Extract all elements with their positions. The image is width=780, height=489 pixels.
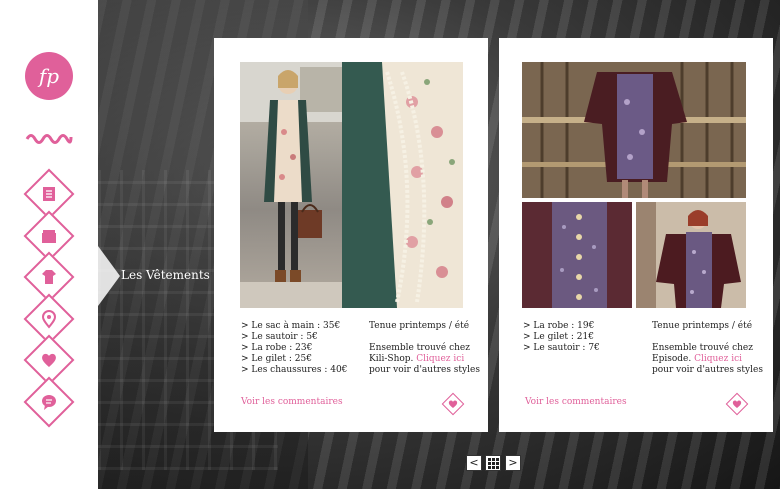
- view-comments-link[interactable]: Voir les commentaires: [525, 397, 627, 407]
- dress-buttons-detail-image: [522, 202, 632, 308]
- active-section-label: Les Vêtements: [121, 268, 210, 282]
- outfit-card-1: > Le sac à main : 35€ > Le sautoir : 5€ …: [214, 38, 488, 432]
- dress-icon: [42, 270, 56, 284]
- logo[interactable]: fp: [25, 52, 73, 100]
- floral-dress-detail-image: [342, 62, 455, 308]
- wave-divider-icon: [25, 134, 73, 144]
- outfit-photo-detail[interactable]: [522, 202, 632, 308]
- outfit-photo-main[interactable]: [522, 62, 746, 198]
- price-item: > La robe : 23€: [241, 343, 313, 353]
- click-here-link[interactable]: Cliquez ici: [416, 354, 464, 364]
- location-pin-icon: [41, 310, 57, 329]
- price-item: > Le sac à main : 35€: [241, 321, 341, 331]
- price-item: > Le gilet : 21€: [523, 332, 594, 342]
- woman-figure-image: [240, 62, 342, 308]
- grid-view-button[interactable]: [485, 455, 501, 471]
- woman-portrait-image: [636, 202, 746, 308]
- speech-bubble-icon: [42, 395, 56, 410]
- woman-at-gate-image: [522, 62, 746, 198]
- outfit-photo-detail[interactable]: [342, 62, 463, 308]
- notebook-icon: [43, 187, 55, 201]
- view-comments-link[interactable]: Voir les commentaires: [241, 397, 343, 407]
- price-item: > Le gilet : 25€: [241, 354, 312, 364]
- shop-name: Episode.: [652, 354, 692, 364]
- sidebar: fp: [0, 0, 98, 489]
- more-styles-text: pour voir d'autres styles: [369, 365, 480, 375]
- outfit-title: Tenue printemps / été: [652, 321, 753, 331]
- heart-icon: [42, 353, 56, 367]
- outfit-card-2: > La robe : 19€ > Le gilet : 21€ > Le sa…: [499, 38, 773, 432]
- like-button[interactable]: [725, 392, 749, 416]
- price-item: > Les chaussures : 40€: [241, 365, 348, 375]
- price-item: > Le sautoir : 5€: [241, 332, 318, 342]
- click-here-link[interactable]: Cliquez ici: [694, 354, 742, 364]
- shopping-bag-icon: [42, 230, 56, 243]
- shop-name: Kili-Shop.: [369, 354, 414, 364]
- active-indicator-arrow: [98, 246, 120, 306]
- price-item: > La robe : 19€: [523, 321, 595, 331]
- outfit-photo-portrait[interactable]: [636, 202, 746, 308]
- outfit-description: Tenue printemps / été Ensemble trouvé ch…: [652, 321, 763, 376]
- prev-page-button[interactable]: <: [466, 455, 482, 471]
- heart-icon: [732, 400, 742, 408]
- price-item: > Le sautoir : 7€: [523, 343, 600, 353]
- price-list: > La robe : 19€ > Le gilet : 21€ > Le sa…: [523, 321, 600, 354]
- found-at-label: Ensemble trouvé chez: [652, 343, 753, 353]
- grid-icon: [488, 458, 499, 469]
- more-styles-text: pour voir d'autres styles: [652, 365, 763, 375]
- price-list: > Le sac à main : 35€ > Le sautoir : 5€ …: [241, 321, 347, 376]
- found-at-label: Ensemble trouvé chez: [369, 343, 470, 353]
- heart-icon: [448, 400, 458, 408]
- like-button[interactable]: [441, 392, 465, 416]
- next-page-button[interactable]: >: [505, 455, 521, 471]
- outfit-description: Tenue printemps / été Ensemble trouvé ch…: [369, 321, 480, 376]
- nav-item-comments[interactable]: [23, 376, 75, 428]
- outfit-photo-full[interactable]: [240, 62, 342, 308]
- outfit-title: Tenue printemps / été: [369, 321, 470, 331]
